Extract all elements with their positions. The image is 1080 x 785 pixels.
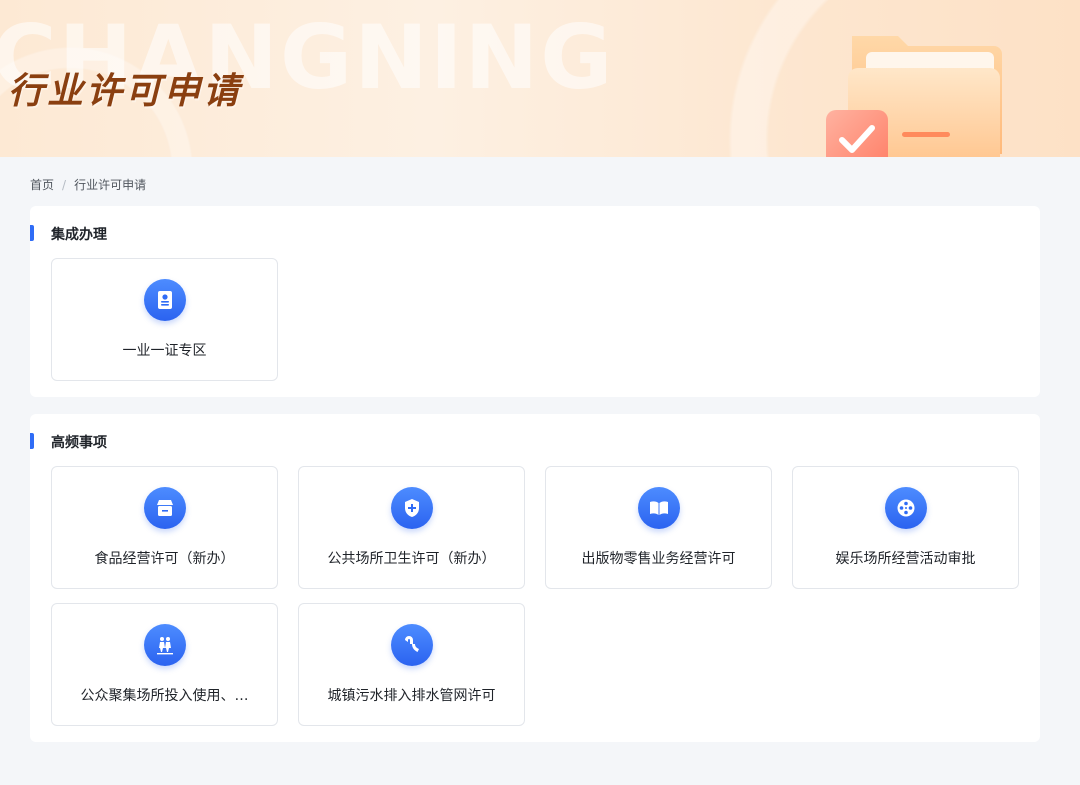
breadcrumb: 首页 / 行业许可申请 (30, 176, 146, 193)
card-label: 一业一证专区 (122, 343, 207, 359)
folder-check-icon (826, 36, 1002, 157)
card-public-assembly-venue[interactable]: 公众聚集场所投入使用、… (51, 603, 278, 726)
certificate-icon (144, 279, 186, 321)
card-label: 公众聚集场所投入使用、… (80, 688, 249, 704)
card-label: 城镇污水排入排水管网许可 (327, 688, 496, 704)
card-label: 娱乐场所经营活动审批 (835, 551, 976, 567)
section-title: 集成办理 (51, 227, 107, 243)
card-food-business-license[interactable]: 食品经营许可（新办） (51, 466, 278, 589)
breadcrumb-current: 行业许可申请 (74, 178, 147, 192)
page-title: 行业许可申请 (8, 71, 243, 112)
card-sewage-discharge-license[interactable]: 城镇污水排入排水管网许可 (298, 603, 525, 726)
section-accent-bar (30, 433, 34, 449)
open-book-icon (638, 487, 680, 529)
shield-cross-icon (391, 487, 433, 529)
section-integrated: 集成办理 一业一证专区 (30, 206, 1040, 397)
card-publication-retail-license[interactable]: 出版物零售业务经营许可 (545, 466, 772, 589)
section-high-frequency: 高频事项 食品经营许可（新办） 公共场所卫生许可（新办） 出版物零售业务经营许可… (30, 414, 1040, 742)
card-entertainment-venue-approval[interactable]: 娱乐场所经营活动审批 (792, 466, 1019, 589)
film-reel-icon (885, 487, 927, 529)
breadcrumb-separator: / (62, 177, 67, 192)
card-label: 食品经营许可（新办） (94, 551, 235, 567)
card-one-license-zone[interactable]: 一业一证专区 (51, 258, 278, 381)
crowd-icon (144, 624, 186, 666)
water-drain-icon (391, 624, 433, 666)
section-title: 高频事项 (51, 435, 107, 451)
breadcrumb-home-link[interactable]: 首页 (30, 176, 54, 193)
section-accent-bar (30, 225, 34, 241)
page-banner: CHANGNING 行业许可申请 (0, 0, 1080, 157)
card-label: 公共场所卫生许可（新办） (327, 551, 496, 567)
card-label: 出版物零售业务经营许可 (581, 551, 736, 567)
card-public-hygiene-license[interactable]: 公共场所卫生许可（新办） (298, 466, 525, 589)
storefront-icon (144, 487, 186, 529)
